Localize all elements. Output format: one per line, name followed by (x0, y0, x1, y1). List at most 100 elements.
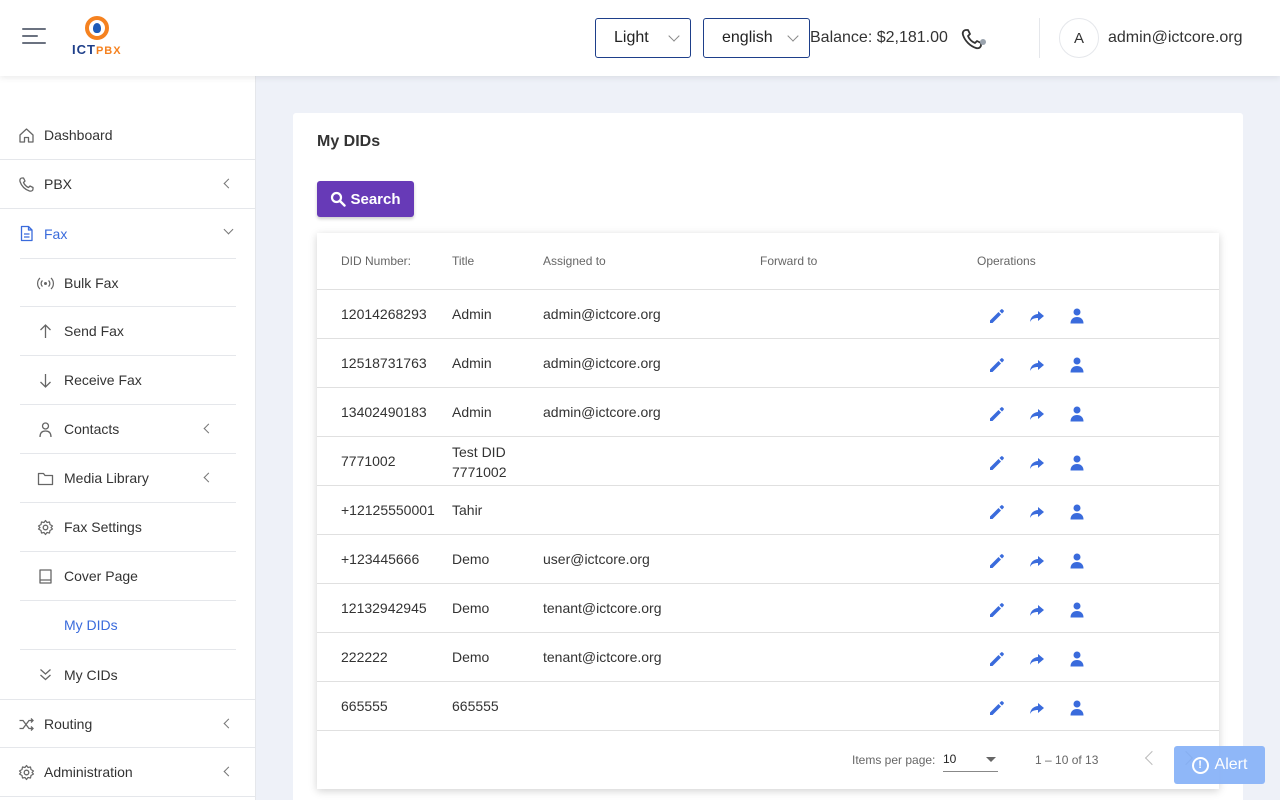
alert-button-label: Alert (1214, 756, 1248, 773)
did-assigned-cell: admin@ictcore.org (543, 404, 661, 420)
shuffle-icon (18, 716, 35, 733)
edit-icon[interactable] (987, 453, 1007, 473)
sidebar-item-receive-fax[interactable]: Receive Fax (20, 356, 236, 405)
header-assigned-to[interactable]: Assigned to (543, 254, 606, 268)
sidebar-item-my-dids[interactable]: My DIDs (20, 601, 236, 650)
logo[interactable]: ICTPBX (72, 16, 124, 60)
chevron-down-icon (223, 224, 234, 235)
search-button-label: Search (350, 190, 401, 208)
alert-icon: ! (1191, 756, 1209, 774)
sidebar-item-media-library[interactable]: Media Library (20, 454, 236, 503)
person-icon (37, 421, 54, 438)
avatar[interactable]: A (1059, 18, 1099, 58)
sidebar-item-pbx[interactable]: PBX (0, 160, 256, 209)
balance-text: Balance: $2,181.00 (810, 29, 948, 46)
menu-toggle-icon[interactable] (22, 28, 46, 48)
did-assigned-cell: tenant@ictcore.org (543, 649, 662, 665)
did-title-cell: Demo (452, 551, 490, 567)
forward-icon[interactable] (1027, 404, 1047, 424)
forward-icon[interactable] (1027, 355, 1047, 375)
forward-icon[interactable] (1027, 453, 1047, 473)
forward-icon[interactable] (1027, 551, 1047, 571)
edit-icon[interactable] (987, 600, 1007, 620)
assign-user-icon[interactable] (1067, 306, 1087, 326)
assign-user-icon[interactable] (1067, 600, 1087, 620)
sidebar-item-label: PBX (44, 176, 73, 192)
sidebar-item-label: Cover Page (64, 568, 138, 584)
gear-icon (18, 764, 35, 781)
sidebar-item-routing[interactable]: Routing (0, 699, 256, 748)
header-title[interactable]: Title (452, 254, 474, 268)
sidebar-item-fax[interactable]: Fax (0, 209, 256, 258)
did-number-cell: 7771002 (341, 453, 396, 469)
assign-user-icon[interactable] (1067, 502, 1087, 522)
broadcast-icon (37, 275, 54, 292)
header-did-number[interactable]: DID Number: (341, 254, 411, 268)
folder-icon (37, 470, 54, 487)
sidebar-item-label: Routing (44, 715, 93, 732)
assign-user-icon[interactable] (1067, 355, 1087, 375)
assign-user-icon[interactable] (1067, 404, 1087, 424)
forward-icon[interactable] (1027, 649, 1047, 669)
edit-icon[interactable] (987, 698, 1007, 718)
sidebar-item-bulk-fax[interactable]: Bulk Fax (20, 258, 236, 307)
sidebar-item-label: My DIDs (64, 617, 118, 633)
edit-icon[interactable] (987, 355, 1007, 375)
edit-icon[interactable] (987, 404, 1007, 424)
top-header: ICTPBX Light english Balance: $2,181.00 … (0, 0, 1280, 76)
dids-table: DID Number: Title Assigned to Forward to… (317, 233, 1219, 789)
language-select[interactable]: english (703, 18, 810, 58)
sidebar-item-send-fax[interactable]: Send Fax (20, 307, 236, 356)
chevron-down-icon (668, 30, 680, 42)
header-forward-to[interactable]: Forward to (760, 254, 817, 268)
table-row: 665555 665555 (317, 682, 1219, 731)
did-assigned-cell: user@ictcore.org (543, 551, 650, 567)
items-per-page-select[interactable]: 10 (943, 746, 998, 772)
did-assigned-cell: admin@ictcore.org (543, 306, 661, 322)
forward-icon[interactable] (1027, 502, 1047, 522)
previous-page-icon[interactable] (1144, 750, 1160, 766)
gear-icon (37, 519, 54, 536)
did-title-cell: Tahir (452, 502, 483, 518)
user-email[interactable]: admin@ictcore.org (1108, 29, 1243, 47)
sidebar-item-cover-page[interactable]: Cover Page (20, 552, 236, 601)
theme-select[interactable]: Light (595, 18, 691, 58)
search-button[interactable]: Search (317, 181, 414, 217)
phone-icon (18, 176, 35, 193)
page-title: My DIDs (317, 133, 381, 150)
forward-icon[interactable] (1027, 600, 1047, 620)
edit-icon[interactable] (987, 649, 1007, 669)
alert-button[interactable]: ! Alert (1174, 746, 1265, 784)
did-title-cell: Demo (452, 600, 490, 616)
forward-icon[interactable] (1027, 698, 1047, 718)
page-range: 1 – 10 of 13 (1035, 753, 1099, 767)
table-row: +12125550001 Tahir (317, 486, 1219, 535)
search-icon (331, 191, 347, 207)
phone-status-icon[interactable] (960, 27, 988, 51)
assign-user-icon[interactable] (1067, 649, 1087, 669)
sidebar-item-label: Send Fax (64, 323, 124, 339)
assign-user-icon[interactable] (1067, 551, 1087, 571)
table-row: 13402490183 Admin admin@ictcore.org (317, 388, 1219, 437)
did-title-cell: 665555 (452, 698, 499, 714)
forward-icon[interactable] (1027, 306, 1047, 326)
did-title-cell: Admin (452, 404, 492, 420)
sidebar-item-administration[interactable]: Administration (0, 748, 256, 797)
edit-icon[interactable] (987, 551, 1007, 571)
book-icon (37, 568, 54, 585)
assign-user-icon[interactable] (1067, 453, 1087, 473)
did-number-cell: +123445666 (341, 551, 420, 567)
did-number-cell: +12125550001 (341, 502, 435, 518)
sidebar-item-my-cids[interactable]: My CIDs (20, 650, 236, 699)
edit-icon[interactable] (987, 306, 1007, 326)
sidebar-item-contacts[interactable]: Contacts (20, 405, 236, 454)
paginator: Items per page: 10 1 – 10 of 13 (317, 731, 1219, 789)
arrow-down-icon (37, 372, 54, 389)
main-card: My DIDs Search DID Number: Title Assigne… (293, 113, 1243, 800)
sidebar-item-dashboard[interactable]: Dashboard (0, 111, 256, 160)
theme-select-value: Light (614, 29, 649, 46)
assign-user-icon[interactable] (1067, 698, 1087, 718)
edit-icon[interactable] (987, 502, 1007, 522)
sidebar-item-fax-settings[interactable]: Fax Settings (20, 503, 236, 552)
arrow-up-icon (37, 323, 54, 340)
